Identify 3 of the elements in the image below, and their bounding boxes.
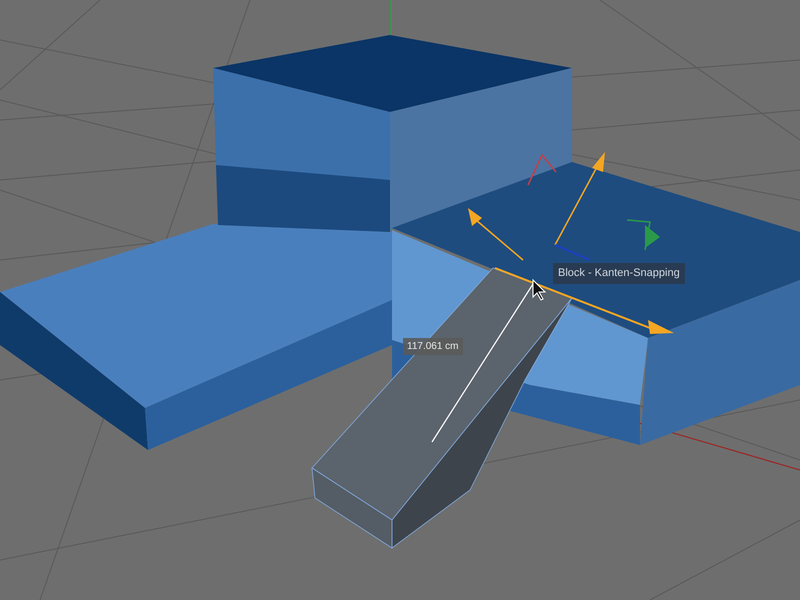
distance-label: 117.061 cm <box>403 338 463 355</box>
cursor-icon <box>532 278 546 301</box>
snap-tooltip: Block - Kanten-Snapping <box>553 263 685 284</box>
